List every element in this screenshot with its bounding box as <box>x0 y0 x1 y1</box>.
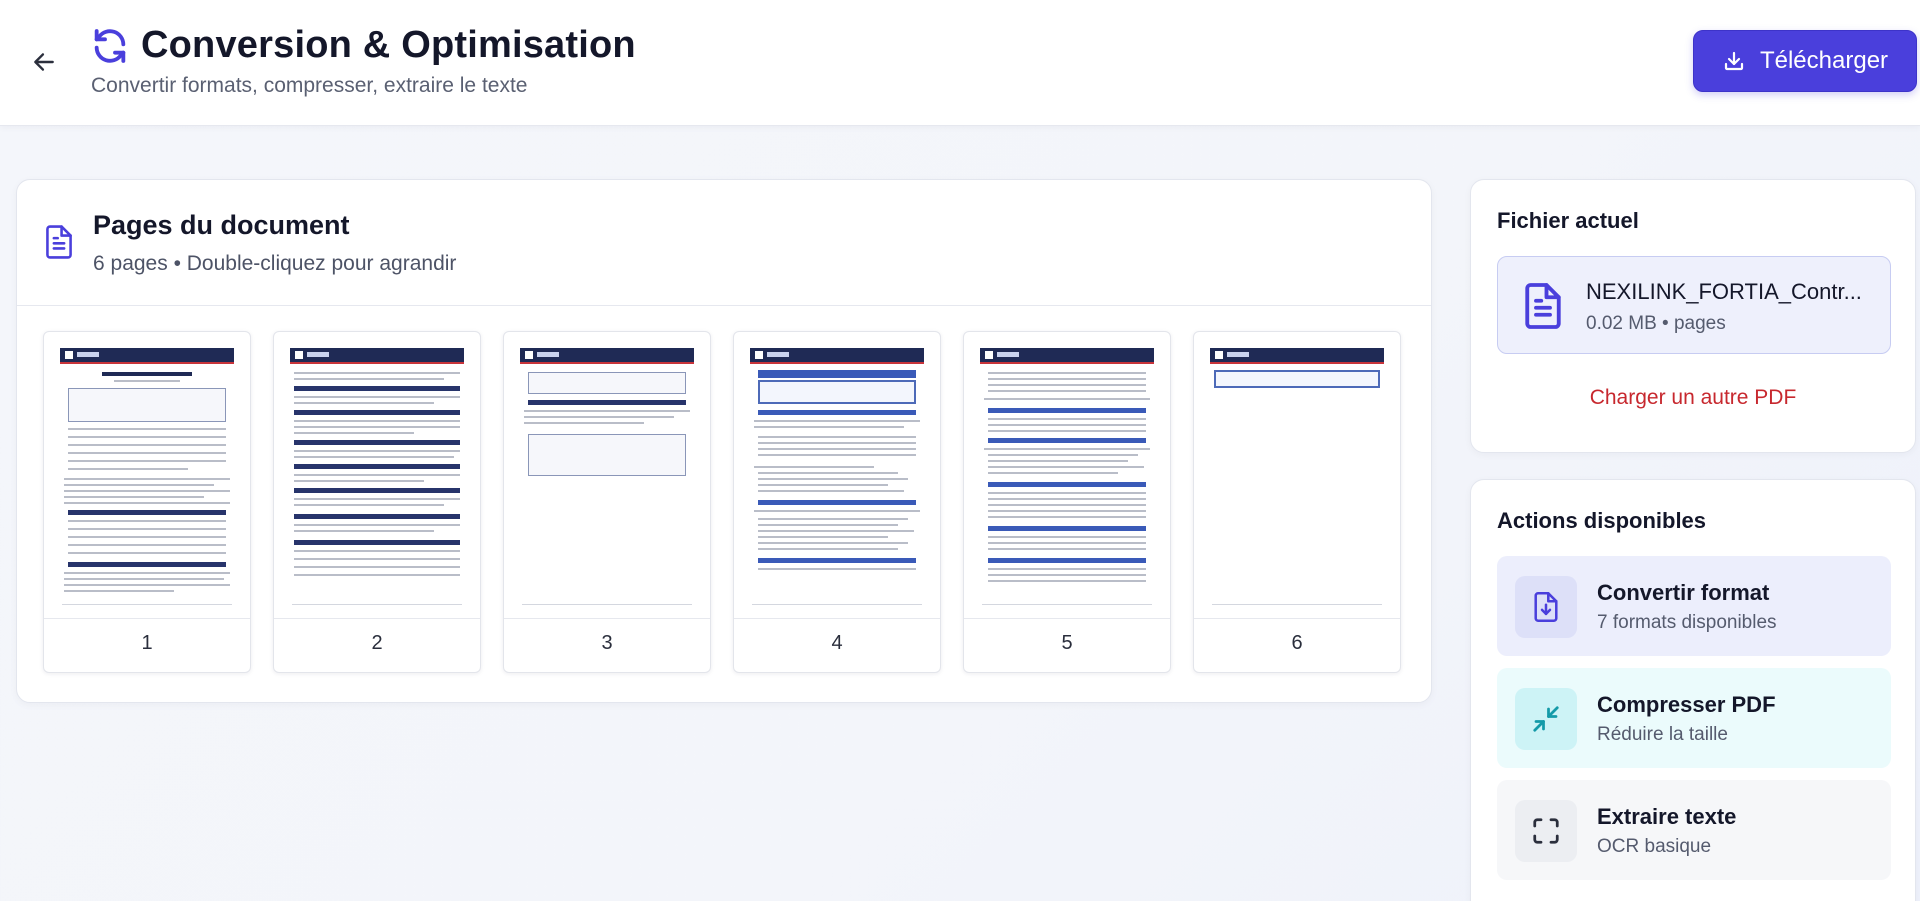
page-thumbnail-4[interactable]: 4 <box>733 331 941 673</box>
scan-icon-box <box>1515 800 1577 862</box>
convert-format-action[interactable]: Convertir format 7 formats disponibles <box>1497 556 1891 656</box>
page-title: Conversion & Optimisation <box>141 24 636 66</box>
page-preview-2 <box>284 342 470 612</box>
page-thumbnail-5[interactable]: 5 <box>963 331 1171 673</box>
download-icon <box>1724 51 1744 71</box>
pages-panel-title: Pages du document <box>93 210 350 240</box>
load-another-pdf-button[interactable]: Charger un autre PDF <box>1471 386 1915 410</box>
refresh-icon <box>94 29 126 63</box>
document-icon <box>46 225 72 259</box>
page-preview-4 <box>744 342 930 612</box>
page-preview-1 <box>54 342 240 612</box>
convert-icon-box <box>1515 576 1577 638</box>
pages-panel-subtitle: 6 pages • Double-cliquez pour agrandir <box>93 252 457 275</box>
compress-icon-box <box>1515 688 1577 750</box>
actions-title: Actions disponibles <box>1497 508 1707 533</box>
compress-pdf-action[interactable]: Compresser PDF Réduire la taille <box>1497 668 1891 768</box>
page-thumbnail-6[interactable]: 6 <box>1193 331 1401 673</box>
page-number: 1 <box>141 632 153 654</box>
page-number: 2 <box>371 632 383 654</box>
page-thumbnail-3[interactable]: 3 <box>503 331 711 673</box>
file-name: NEXILINK_FORTIA_Contr... <box>1586 279 1862 304</box>
page-thumbnail-1[interactable]: 1 <box>43 331 251 673</box>
action-title: Compresser PDF <box>1597 692 1776 717</box>
scan-icon <box>1533 818 1559 844</box>
current-file-box: NEXILINK_FORTIA_Contr... 0.02 MB • pages <box>1497 256 1891 354</box>
file-icon <box>1525 283 1561 329</box>
page-number: 6 <box>1291 632 1303 654</box>
page-number: 5 <box>1061 632 1073 654</box>
page-number: 4 <box>831 632 843 654</box>
file-meta: 0.02 MB • pages <box>1586 313 1726 334</box>
compress-icon <box>1533 706 1559 732</box>
extract-text-action[interactable]: Extraire texte OCR basique <box>1497 780 1891 880</box>
page-subtitle: Convertir formats, compresser, extraire … <box>91 74 528 97</box>
page-preview-3 <box>514 342 700 612</box>
page-preview-5 <box>974 342 1160 612</box>
download-button[interactable]: Télécharger <box>1693 30 1917 92</box>
page-number: 3 <box>601 632 613 654</box>
action-title: Convertir format <box>1597 580 1770 605</box>
download-label: Télécharger <box>1759 47 1889 74</box>
action-title: Extraire texte <box>1597 804 1737 829</box>
current-file-title: Fichier actuel <box>1497 208 1639 233</box>
top-header: Conversion & Optimisation Convertir form… <box>0 0 1920 126</box>
action-subtitle: Réduire la taille <box>1597 724 1728 745</box>
actions-card: Actions disponibles Convertir format 7 f… <box>1470 479 1916 901</box>
action-subtitle: 7 formats disponibles <box>1597 612 1777 633</box>
file-download-icon <box>1534 592 1558 622</box>
arrow-left-icon <box>34 53 54 71</box>
current-file-card: Fichier actuel NEXILINK_FORTIA_Contr... … <box>1470 179 1916 453</box>
page-preview-6 <box>1204 342 1390 612</box>
back-button[interactable] <box>22 42 66 82</box>
action-subtitle: OCR basique <box>1597 836 1712 857</box>
page-thumbnail-2[interactable]: 2 <box>273 331 481 673</box>
pages-panel-header: Pages du document 6 pages • Double-cliqu… <box>17 180 1431 306</box>
